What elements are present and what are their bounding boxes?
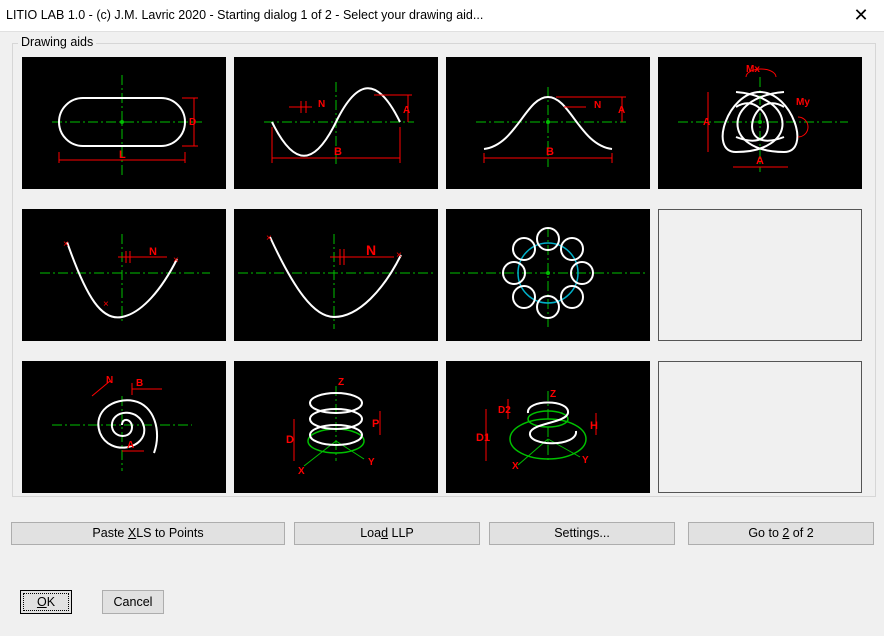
label-A: A bbox=[618, 105, 625, 116]
cancel-label: Cancel bbox=[113, 595, 153, 609]
label-A: A bbox=[403, 105, 410, 116]
aid-helix[interactable]: Z Y X D P bbox=[234, 361, 438, 493]
ok-label: OK bbox=[36, 595, 56, 609]
mark-x: × bbox=[396, 250, 402, 261]
label-Y: Y bbox=[368, 457, 375, 468]
aid-spiral[interactable]: B N A bbox=[22, 361, 226, 493]
aid-bell-curve[interactable]: B N A bbox=[446, 57, 650, 189]
aid-empty-slot[interactable] bbox=[658, 209, 862, 341]
mark-x: × bbox=[103, 299, 109, 310]
mark-x: × bbox=[173, 255, 179, 266]
label-Z: Z bbox=[550, 389, 556, 400]
aid-sine-wave[interactable]: B N A bbox=[234, 57, 438, 189]
load-llp-button[interactable]: Load LLP bbox=[294, 522, 480, 545]
label-B: B bbox=[136, 378, 143, 389]
label-N: N bbox=[318, 99, 325, 110]
label-D2: D2 bbox=[498, 405, 511, 416]
label-X: X bbox=[512, 461, 519, 472]
load-llp-label: Load LLP bbox=[360, 526, 414, 540]
paste-xls-label: Paste XLS to Points bbox=[92, 526, 204, 540]
label-P: P bbox=[372, 418, 379, 430]
paste-xls-button[interactable]: Paste XLS to Points bbox=[11, 522, 285, 545]
cancel-button[interactable]: Cancel bbox=[102, 590, 164, 614]
label-N: N bbox=[366, 242, 376, 258]
aid-parabola-wide[interactable]: × × N bbox=[234, 209, 438, 341]
label-N: N bbox=[149, 246, 157, 258]
label-H: H bbox=[590, 420, 598, 432]
aid-conical-helix[interactable]: Z Y X D1 D2 H bbox=[446, 361, 650, 493]
drawing-aids-label: Drawing aids bbox=[18, 35, 97, 49]
label-A: A bbox=[756, 155, 764, 167]
label-N: N bbox=[106, 375, 113, 386]
goto-label: Go to 2 of 2 bbox=[748, 526, 814, 540]
aid-epitrochoid[interactable] bbox=[446, 209, 650, 341]
title-bar: LITIO LAB 1.0 - (c) J.M. Lavric 2020 - S… bbox=[0, 0, 884, 32]
ok-button[interactable]: OK bbox=[20, 590, 72, 614]
label-A-vertical: A bbox=[703, 117, 710, 128]
label-N: N bbox=[594, 100, 601, 111]
mark-x: × bbox=[266, 233, 272, 244]
label-D: D bbox=[189, 117, 196, 128]
settings-button[interactable]: Settings... bbox=[489, 522, 675, 545]
label-B: B bbox=[334, 146, 342, 158]
label-A: A bbox=[127, 440, 134, 451]
label-X: X bbox=[298, 466, 305, 477]
window-title: LITIO LAB 1.0 - (c) J.M. Lavric 2020 - S… bbox=[6, 8, 484, 22]
label-D1: D1 bbox=[476, 432, 490, 444]
aid-empty-slot[interactable] bbox=[658, 361, 862, 493]
aid-parabola-small[interactable]: × × × N bbox=[22, 209, 226, 341]
label-Z: Z bbox=[338, 377, 344, 388]
label-Y: Y bbox=[582, 455, 589, 466]
aid-stadium[interactable]: L D bbox=[22, 57, 226, 189]
settings-label: Settings... bbox=[554, 526, 610, 540]
label-My: My bbox=[796, 97, 810, 108]
goto-2-of-2-button[interactable]: Go to 2 of 2 bbox=[688, 522, 874, 545]
label-D: D bbox=[286, 434, 294, 446]
mark-x: × bbox=[63, 239, 69, 250]
aid-lissajous[interactable]: A A Mx My bbox=[658, 57, 862, 189]
label-B: B bbox=[546, 146, 554, 158]
close-icon[interactable]: ✕ bbox=[838, 0, 884, 31]
label-Mx: Mx bbox=[746, 64, 760, 75]
label-L: L bbox=[119, 149, 126, 161]
